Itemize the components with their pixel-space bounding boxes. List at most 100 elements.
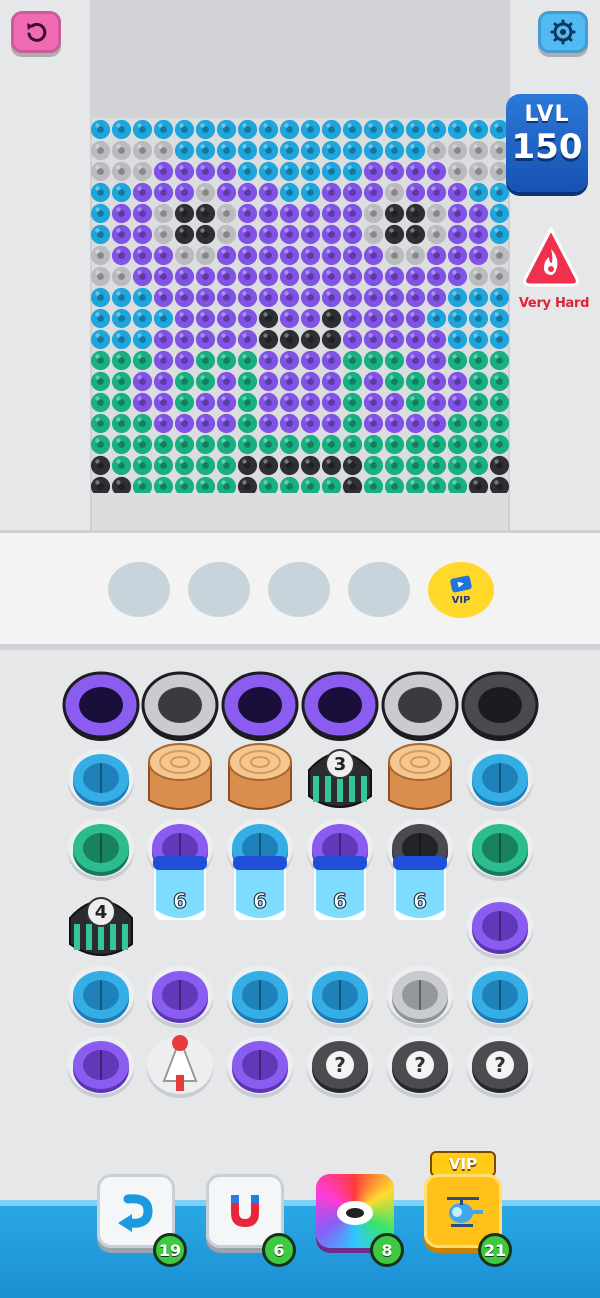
settings-button[interactable] <box>538 11 588 53</box>
bead <box>216 287 237 308</box>
bead <box>384 287 405 308</box>
spool-cell[interactable] <box>467 966 533 1028</box>
bead <box>216 161 237 182</box>
spool-cell[interactable] <box>467 819 533 881</box>
bead <box>447 392 468 413</box>
mystery-cell[interactable]: ? <box>387 1036 453 1098</box>
bead <box>468 266 489 287</box>
undo-button[interactable] <box>11 11 61 53</box>
spool-cell[interactable] <box>227 1036 293 1098</box>
bead <box>111 161 132 182</box>
spool-cell[interactable] <box>147 966 213 1028</box>
bead <box>279 350 300 371</box>
bead <box>300 329 321 350</box>
spool-cell[interactable] <box>68 819 134 881</box>
bead <box>153 350 174 371</box>
hole-cell[interactable] <box>62 671 140 741</box>
spool-cell[interactable] <box>227 966 293 1028</box>
hole-cell[interactable] <box>301 671 379 741</box>
bead <box>153 245 174 266</box>
mystery-cell[interactable]: ? <box>467 1036 533 1098</box>
wood-cell[interactable] <box>228 743 292 810</box>
spool-cell[interactable] <box>68 749 134 811</box>
bead <box>384 371 405 392</box>
pipe-cell[interactable]: 6 <box>307 819 373 920</box>
bead <box>90 287 111 308</box>
pipe-cell[interactable]: 6 <box>227 819 293 920</box>
bead <box>174 224 195 245</box>
bead <box>174 476 195 493</box>
pipe-cell[interactable]: 6 <box>387 819 453 920</box>
bead <box>342 329 363 350</box>
cage-cell[interactable]: 4 <box>69 897 133 956</box>
pipe-cell[interactable]: 6 <box>147 819 213 920</box>
spool-cell[interactable] <box>467 749 533 811</box>
spool-cell[interactable] <box>68 1036 134 1098</box>
spool-cell[interactable] <box>307 966 373 1028</box>
bead <box>363 455 384 476</box>
hole-cell[interactable] <box>461 671 539 741</box>
bead <box>216 413 237 434</box>
bead <box>363 308 384 329</box>
hole-cell[interactable] <box>141 671 219 741</box>
bead <box>195 455 216 476</box>
spool-cell[interactable] <box>467 897 533 959</box>
vip-slot-button[interactable]: VIP <box>428 562 494 618</box>
bead <box>90 392 111 413</box>
hole-cell[interactable] <box>221 671 299 741</box>
bead <box>489 287 510 308</box>
bead <box>153 308 174 329</box>
bead <box>405 350 426 371</box>
bead <box>426 182 447 203</box>
cage-cell[interactable]: 3 <box>308 749 372 808</box>
hole-cell[interactable] <box>381 671 459 741</box>
bead <box>321 413 342 434</box>
bead <box>405 476 426 493</box>
bead <box>279 371 300 392</box>
bead <box>258 203 279 224</box>
fire-warning-icon <box>523 227 579 287</box>
rocket-cell[interactable] <box>147 1035 213 1098</box>
difficulty-label: Very Hard <box>518 296 590 311</box>
bead <box>363 329 384 350</box>
bead <box>258 182 279 203</box>
bead <box>132 203 153 224</box>
bead <box>447 371 468 392</box>
bead <box>468 182 489 203</box>
bead <box>195 266 216 287</box>
level-number: 150 <box>511 127 583 167</box>
bead <box>237 287 258 308</box>
bead <box>195 308 216 329</box>
bead <box>426 329 447 350</box>
wood-cell[interactable] <box>388 743 452 810</box>
bead <box>363 434 384 455</box>
bead <box>258 350 279 371</box>
bead <box>405 434 426 455</box>
bead <box>300 392 321 413</box>
bead <box>237 455 258 476</box>
spool-cell[interactable] <box>387 966 453 1028</box>
bead <box>195 371 216 392</box>
mystery-cell[interactable]: ? <box>307 1036 373 1098</box>
bead <box>468 224 489 245</box>
bead <box>216 455 237 476</box>
spool-cell[interactable] <box>68 966 134 1028</box>
bead <box>90 371 111 392</box>
bead <box>363 287 384 308</box>
bead <box>321 434 342 455</box>
bead <box>153 224 174 245</box>
bead <box>111 119 132 140</box>
bead <box>321 224 342 245</box>
bead <box>174 434 195 455</box>
wood-cell[interactable] <box>148 743 212 810</box>
holder-slot <box>268 562 330 617</box>
bead <box>342 371 363 392</box>
bead <box>405 266 426 287</box>
bead <box>90 119 111 140</box>
bead <box>216 224 237 245</box>
bead <box>468 140 489 161</box>
bead <box>279 119 300 140</box>
bead <box>111 203 132 224</box>
bead <box>174 350 195 371</box>
bead <box>153 266 174 287</box>
